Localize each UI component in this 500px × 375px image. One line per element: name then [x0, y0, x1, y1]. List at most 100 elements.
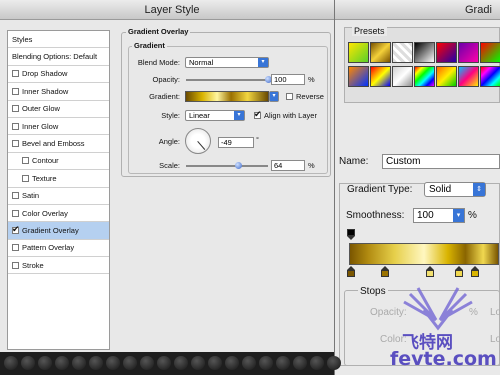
opacity-stop-swatch — [347, 229, 355, 236]
background-dot — [174, 356, 188, 370]
opacity-field[interactable]: 100 — [271, 74, 305, 85]
preset-swatch[interactable] — [480, 66, 500, 87]
sidebar-item-label: Bevel and Emboss — [22, 139, 85, 149]
sidebar-item-checkbox[interactable] — [12, 87, 19, 95]
sidebar-item-texture[interactable]: Texture — [8, 170, 109, 188]
color-stop[interactable] — [471, 266, 479, 277]
color-stop[interactable] — [347, 266, 355, 277]
sidebar-item-checkbox[interactable] — [12, 261, 19, 269]
background-dot — [89, 356, 103, 370]
chevron-updown-icon: ⇕ — [473, 183, 485, 196]
smoothness-label: Smoothness: — [346, 210, 405, 221]
background-dot — [259, 356, 273, 370]
color-stop-swatch — [471, 270, 479, 277]
preset-swatch[interactable] — [458, 42, 479, 63]
sidebar-header-styles[interactable]: Styles — [8, 31, 109, 49]
gradient-editor-bar[interactable] — [349, 243, 499, 265]
background-dot — [157, 356, 171, 370]
sidebar-item-checkbox[interactable] — [12, 244, 19, 252]
background-dot — [72, 356, 86, 370]
blend-mode-select[interactable]: Normal ▾ — [185, 57, 269, 68]
styles-sidebar: Styles Blending Options: Default Drop Sh… — [7, 30, 110, 350]
sidebar-item-satin[interactable]: Satin — [8, 188, 109, 205]
stop-color-location-label: Lo — [490, 334, 500, 345]
style-select[interactable]: Linear ▾ — [185, 110, 245, 121]
color-stop[interactable] — [381, 266, 389, 277]
reverse-checkbox[interactable]: Reverse — [286, 92, 324, 101]
sidebar-item-checkbox[interactable] — [12, 70, 19, 78]
sidebar-item-inner-shadow[interactable]: Inner Shadow — [8, 83, 109, 101]
scale-label: Scale: — [159, 161, 180, 170]
gradient-type-label: Gradient Type: — [345, 184, 415, 195]
preset-swatch[interactable] — [392, 42, 413, 63]
name-label: Name: — [339, 156, 369, 167]
opacity-slider-track[interactable] — [186, 79, 268, 81]
color-stop-swatch — [426, 270, 434, 277]
sidebar-item-drop-shadow[interactable]: Drop Shadow — [8, 66, 109, 84]
sidebar-item-checkbox[interactable] — [22, 157, 29, 165]
gradient-editor-titlebar: Gradi — [335, 0, 500, 20]
opacity-unit: % — [308, 75, 315, 84]
sidebar-item-bevel-and-emboss[interactable]: Bevel and Emboss — [8, 135, 109, 153]
color-stop[interactable] — [455, 266, 463, 277]
align-checkbox-box[interactable] — [254, 109, 262, 120]
color-stop[interactable] — [426, 266, 434, 277]
sidebar-item-gradient-overlay[interactable]: Gradient Overlay — [8, 222, 109, 240]
sidebar-item-checkbox[interactable] — [12, 192, 19, 200]
presets-label: Presets — [352, 26, 387, 36]
align-label: Align with Layer — [264, 111, 317, 120]
preset-swatch[interactable] — [414, 42, 435, 63]
scale-field[interactable]: 64 — [271, 160, 305, 171]
reverse-checkbox-box[interactable] — [286, 93, 293, 100]
sidebar-item-checkbox[interactable] — [12, 122, 19, 130]
align-with-layer-checkbox[interactable]: Align with Layer — [254, 109, 317, 120]
preset-swatch[interactable] — [348, 66, 369, 87]
background-dot — [242, 356, 256, 370]
sidebar-item-pattern-overlay[interactable]: Pattern Overlay — [8, 240, 109, 258]
watermark-en: fevte.com — [390, 348, 497, 370]
preset-swatch[interactable] — [436, 42, 457, 63]
angle-field[interactable]: -49 — [218, 137, 254, 148]
gradient-picker-button[interactable]: ▾ — [269, 91, 279, 102]
gradient-type-select[interactable]: Solid ⇕ — [424, 182, 486, 197]
preset-swatch[interactable] — [370, 42, 391, 63]
angle-dial[interactable] — [185, 128, 211, 154]
sidebar-item-contour[interactable]: Contour — [8, 153, 109, 171]
preset-swatch[interactable] — [480, 42, 500, 63]
sidebar-item-inner-glow[interactable]: Inner Glow — [8, 118, 109, 136]
sidebar-item-outer-glow[interactable]: Outer Glow — [8, 101, 109, 118]
layer-style-titlebar: Layer Style — [0, 0, 344, 20]
smoothness-unit: % — [468, 210, 477, 221]
sidebar-item-checkbox[interactable] — [12, 209, 19, 217]
sidebar-item-color-overlay[interactable]: Color Overlay — [8, 205, 109, 223]
opacity-label: Opacity: — [152, 75, 180, 84]
sidebar-item-stroke[interactable]: Stroke — [8, 257, 109, 275]
gradient-preview[interactable] — [185, 91, 269, 102]
preset-swatch[interactable] — [436, 66, 457, 87]
name-field[interactable]: Custom — [382, 154, 500, 169]
gradient-subgroup-heading: Gradient — [132, 41, 167, 50]
smoothness-field[interactable]: 100 ▾ — [413, 208, 465, 223]
sidebar-item-checkbox[interactable] — [22, 174, 29, 182]
preset-swatch[interactable] — [458, 66, 479, 87]
scale-unit: % — [308, 161, 315, 170]
preset-swatch[interactable] — [392, 66, 413, 87]
scale-slider-track[interactable] — [186, 165, 268, 167]
gradient-type-value: Solid — [429, 184, 452, 195]
sidebar-item-checkbox[interactable] — [12, 140, 19, 148]
color-stop-swatch — [455, 270, 463, 277]
preset-swatch[interactable] — [414, 66, 435, 87]
sidebar-item-checkbox[interactable] — [12, 224, 20, 235]
opacity-stop[interactable] — [347, 229, 355, 240]
sidebar-item-label: Satin — [22, 191, 40, 201]
background-dot — [327, 356, 341, 370]
preset-swatch[interactable] — [348, 42, 369, 63]
sidebar-item-checkbox[interactable] — [12, 105, 19, 113]
sidebar-blending-options[interactable]: Blending Options: Default — [8, 48, 109, 66]
chevron-down-icon: ▾ — [270, 92, 278, 101]
preset-swatch[interactable] — [370, 66, 391, 87]
blend-mode-label: Blend Mode: — [137, 58, 180, 67]
stop-opacity-location-label: Lo — [490, 307, 500, 318]
opacity-value: 100 — [274, 75, 287, 84]
sidebar-header-label: Styles — [12, 34, 33, 44]
